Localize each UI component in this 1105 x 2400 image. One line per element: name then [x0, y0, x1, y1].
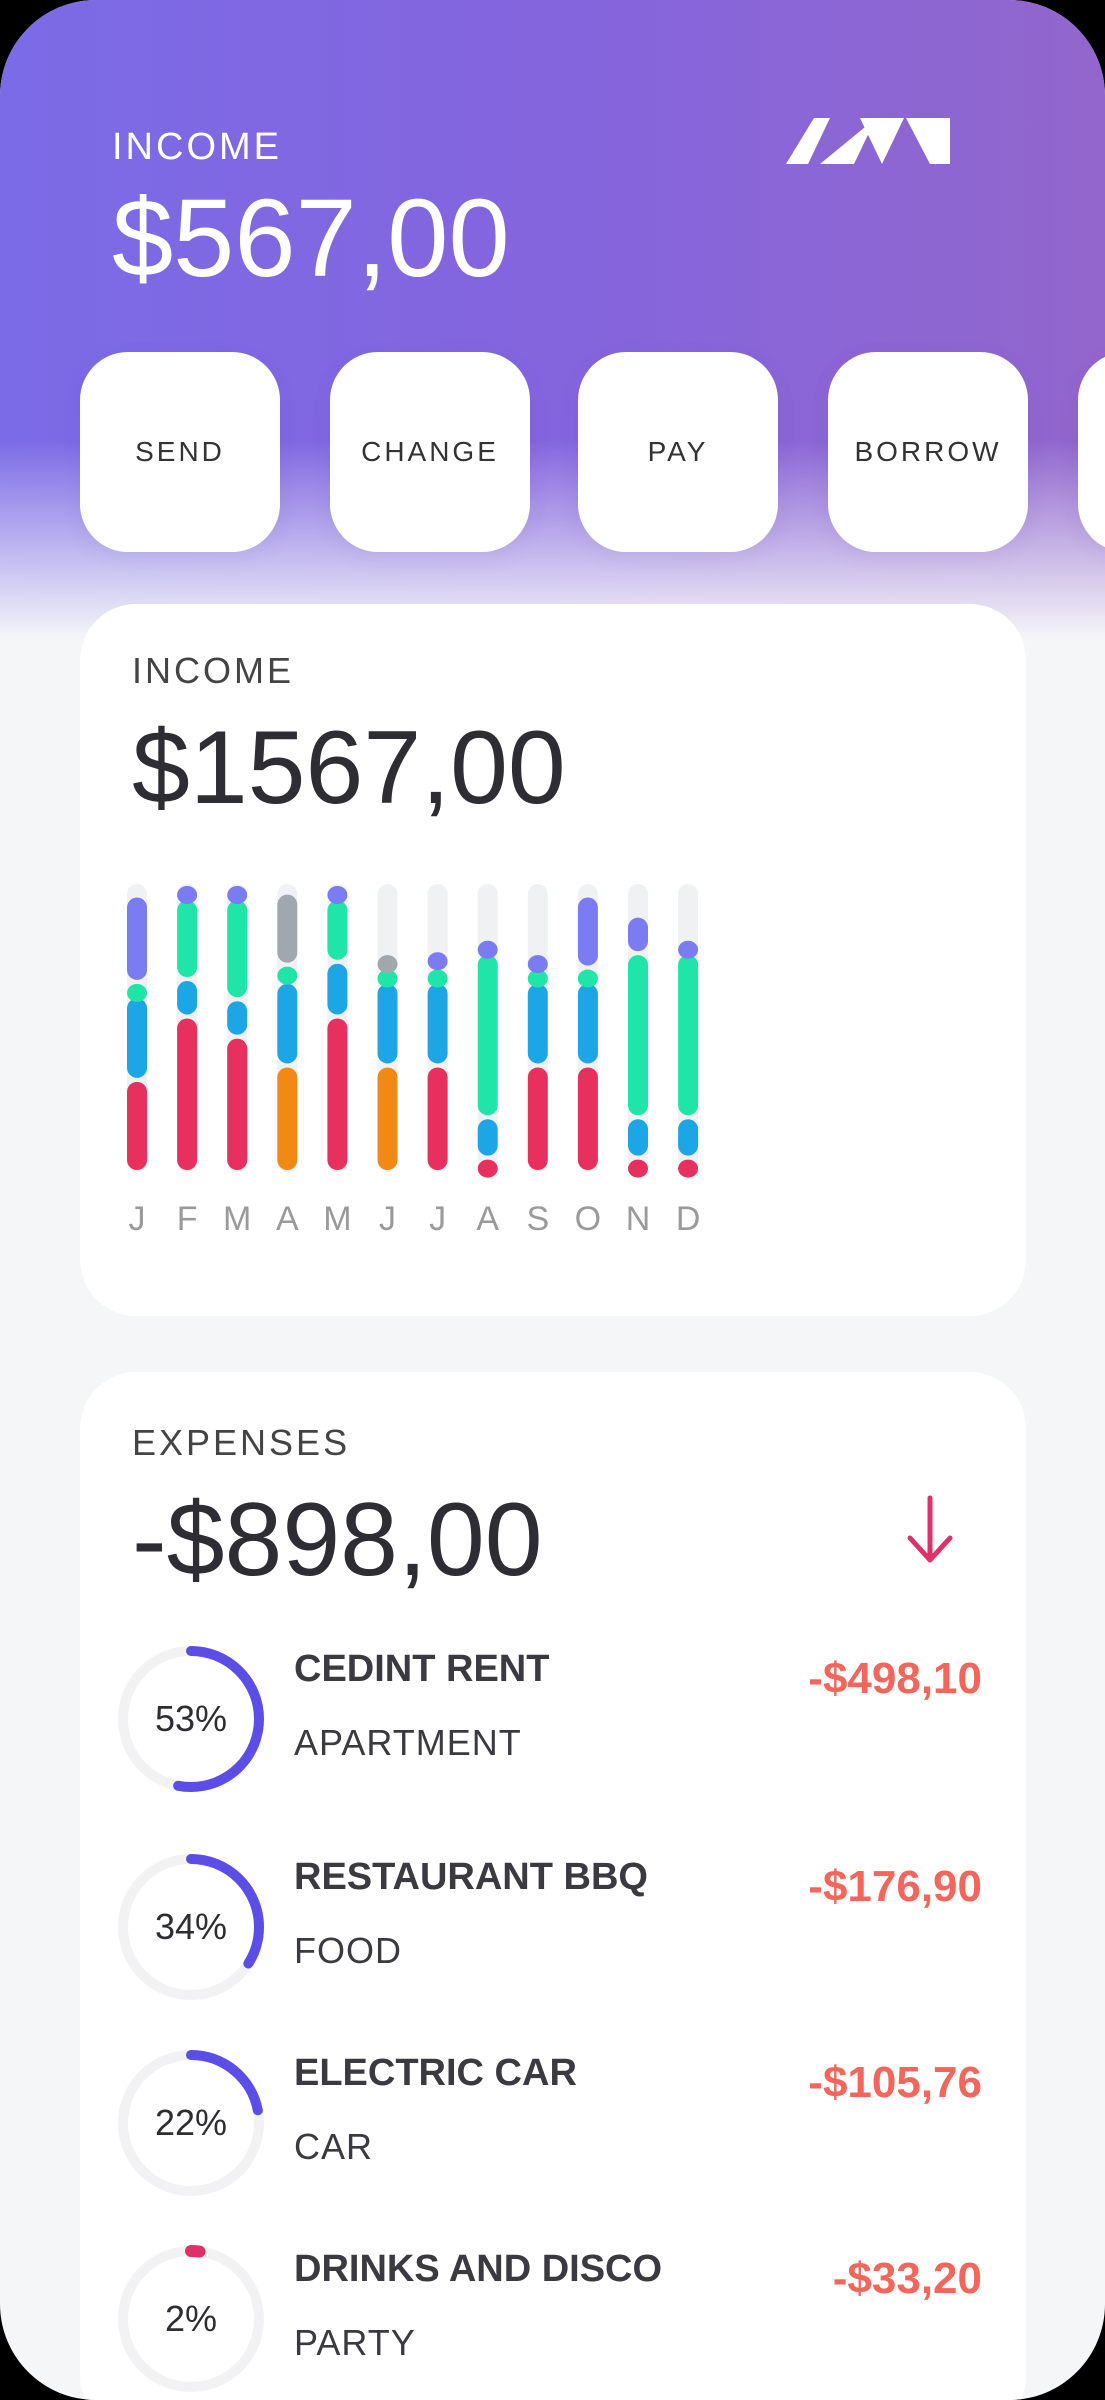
month-label: O: [574, 1200, 602, 1238]
month-label: F: [176, 1200, 198, 1238]
bar-segment-j-0[interactable]: [377, 1067, 398, 1170]
month-label: A: [275, 1200, 299, 1238]
bar-segment-n-2[interactable]: [628, 955, 648, 1116]
bar-segment-s-1[interactable]: [527, 983, 548, 1064]
expense-title: DRINKS AND DISCO: [294, 2248, 663, 2290]
bar-segment-n-0[interactable]: [628, 1159, 648, 1178]
month-label: N: [625, 1200, 651, 1238]
arrow-down-icon[interactable]: [900, 1492, 960, 1572]
bar-segment-a-0[interactable]: [477, 1159, 498, 1178]
expense-title: RESTAURANT BBQ: [294, 1856, 648, 1898]
phone-screen: INCOME $567,00 SEND CHANGE PAY BORROW IN…: [0, 0, 1105, 2400]
bar-segment-j-1[interactable]: [427, 983, 448, 1064]
bar-segment-o-1[interactable]: [577, 983, 598, 1064]
bar-segment-j-3[interactable]: [427, 952, 448, 971]
bar-segment-j-2[interactable]: [127, 983, 147, 1002]
bar-segment-a-0[interactable]: [277, 1067, 298, 1170]
month-label: S: [526, 1200, 550, 1238]
bar-segment-n-3[interactable]: [628, 917, 648, 952]
expense-percent: 34%: [154, 1906, 228, 1947]
bar-segment-o-2[interactable]: [577, 969, 598, 988]
expense-percent: 53%: [154, 1698, 228, 1739]
bar-segment-f-1[interactable]: [177, 981, 198, 1015]
expense-category: CAR: [294, 2126, 374, 2167]
bar-segment-m-2[interactable]: [327, 900, 348, 960]
bar-segment-o-0[interactable]: [577, 1067, 598, 1170]
bar-segment-d-3[interactable]: [678, 940, 699, 959]
bar-segment-d-1[interactable]: [678, 1119, 699, 1156]
bar-segment-d-0[interactable]: [678, 1159, 699, 1178]
month-label: D: [675, 1200, 701, 1238]
bar-segment-m-0[interactable]: [327, 1018, 348, 1170]
bar-segment-m-1[interactable]: [227, 1001, 248, 1035]
expense-category: PARTY: [294, 2322, 416, 2363]
bar-segment-n-1[interactable]: [628, 1119, 648, 1156]
bar-segment-o-3[interactable]: [577, 897, 598, 966]
expense-title: CEDINT RENT: [294, 1648, 550, 1690]
bar-segment-m-2[interactable]: [227, 900, 248, 998]
expense-amount: -$176,90: [808, 1862, 982, 1911]
expense-row[interactable]: 34% RESTAURANT BBQ FOOD -$176,90: [80, 1852, 1026, 2032]
bar-segment-j-0[interactable]: [427, 1067, 448, 1170]
month-label: M: [323, 1200, 352, 1238]
bar-segment-a-1[interactable]: [277, 983, 298, 1064]
bar-segment-a-2[interactable]: [477, 955, 498, 1116]
month-label: M: [223, 1200, 252, 1238]
expense-row[interactable]: 22% ELECTRIC CAR CAR -$105,76: [80, 2048, 1026, 2228]
month-label: J: [379, 1200, 396, 1238]
bar-segment-f-2[interactable]: [177, 900, 198, 978]
expense-percent: 2%: [164, 2298, 218, 2339]
bar-segment-m-1[interactable]: [327, 963, 348, 1015]
expense-percent: 22%: [154, 2102, 228, 2143]
bar-segment-m-0[interactable]: [227, 1038, 248, 1170]
expense-amount: -$498,10: [808, 1654, 982, 1703]
month-label: J: [429, 1200, 447, 1238]
bar-segment-m-3[interactable]: [227, 886, 248, 904]
bar-segment-m-3[interactable]: [327, 886, 348, 904]
expenses-card-amount: -$898,00: [132, 1482, 543, 1598]
bar-segment-a-3[interactable]: [477, 940, 498, 959]
bar-segment-j-2[interactable]: [427, 969, 448, 988]
bar-segment-s-3[interactable]: [527, 955, 548, 974]
bar-segment-j-3[interactable]: [377, 955, 398, 974]
bar-segment-j-1[interactable]: [377, 983, 398, 1064]
bar-segment-j-1[interactable]: [127, 998, 147, 1078]
expense-title: ELECTRIC CAR: [294, 2052, 577, 2094]
expense-amount: -$33,20: [832, 2254, 982, 2303]
expenses-card-label: EXPENSES: [132, 1422, 351, 1463]
month-label: A: [476, 1200, 500, 1238]
bar-segment-f-3[interactable]: [177, 886, 198, 904]
income-bar-chart: [127, 884, 699, 1178]
expenses-card: EXPENSES -$898,00 53% CEDINT RENT APARTM…: [80, 1372, 1026, 2400]
bar-segment-j-0[interactable]: [127, 1081, 147, 1170]
expense-category: APARTMENT: [294, 1722, 522, 1763]
expense-amount: -$105,76: [808, 2058, 982, 2107]
bar-segment-d-2[interactable]: [678, 955, 699, 1116]
bar-segment-a-2[interactable]: [277, 966, 298, 985]
bar-segment-f-0[interactable]: [177, 1018, 198, 1170]
month-label: J: [128, 1200, 146, 1238]
expense-category: FOOD: [294, 1930, 402, 1971]
bar-segment-s-0[interactable]: [527, 1067, 548, 1170]
expense-row[interactable]: 53% CEDINT RENT APARTMENT -$498,10: [80, 1644, 1026, 1824]
bar-segment-a-3[interactable]: [277, 894, 298, 963]
expense-row[interactable]: 2% DRINKS AND DISCO PARTY -$33,20: [80, 2244, 1026, 2400]
bar-segment-j-3[interactable]: [127, 897, 147, 980]
bar-segment-a-1[interactable]: [477, 1119, 498, 1156]
